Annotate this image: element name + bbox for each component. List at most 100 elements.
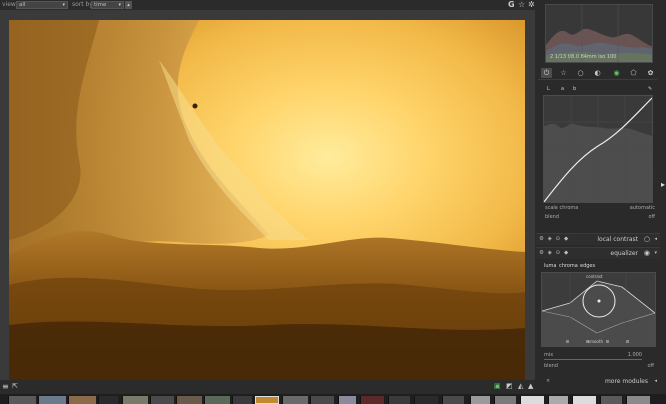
curve-blend-value: off xyxy=(648,214,655,220)
tone-curve-graph[interactable] xyxy=(543,95,653,203)
equalizer-blend-row[interactable]: blend off xyxy=(544,363,654,369)
view-select-value: all xyxy=(19,2,26,8)
half-circle-icon[interactable]: ◐ xyxy=(592,68,603,78)
export-icon[interactable]: ⇱ xyxy=(12,382,18,390)
more-modules-button[interactable]: × more modules ◂ xyxy=(536,376,660,388)
filmstrip-thumbnail[interactable] xyxy=(282,396,308,404)
filmstrip-thumbnail[interactable] xyxy=(548,396,568,404)
filmstrip-thumbnail[interactable] xyxy=(38,396,66,404)
filmstrip-thumbnail[interactable] xyxy=(310,396,334,404)
module-local-contrast[interactable]: ⚙ ◈ ⊙ ◆ local contrast ○ ◂ xyxy=(536,233,660,245)
more-modules-toggle-icon[interactable]: × xyxy=(546,378,550,384)
styles-icon[interactable]: ≡ xyxy=(2,382,9,391)
graph-top-label: contrast xyxy=(586,274,603,279)
tab-chroma[interactable]: chroma xyxy=(559,263,578,269)
expand-icon: ◂ xyxy=(654,378,657,384)
power-icon[interactable]: ◉ xyxy=(644,249,650,257)
filmstrip-thumbnail[interactable] xyxy=(572,396,596,404)
tab-l[interactable]: L xyxy=(547,86,550,92)
equalizer-curve xyxy=(541,273,656,346)
filmstrip-thumbnail[interactable] xyxy=(520,396,544,404)
tab-edges[interactable]: edges xyxy=(580,263,595,269)
view-label: view xyxy=(2,1,16,8)
filmstrip-thumbnail[interactable] xyxy=(442,396,464,404)
color-picker-icon[interactable]: ✎ xyxy=(648,86,652,92)
mix-slider-track[interactable] xyxy=(544,359,642,360)
sort-select-value: time xyxy=(94,2,107,8)
mix-label: mix xyxy=(544,352,554,358)
filmstrip-thumbnail-current[interactable] xyxy=(255,396,279,404)
filmstrip-thumbnail[interactable] xyxy=(232,396,252,404)
exposure-info: 2 1/13 f/8.0 84mm iso 100 xyxy=(550,54,617,60)
equalizer-blend-label: blend xyxy=(544,363,558,369)
sort-label: sort by xyxy=(72,1,93,8)
filmstrip-thumbnail[interactable] xyxy=(470,396,490,404)
grouping-icon[interactable]: G xyxy=(508,0,515,10)
circle-icon[interactable]: ○ xyxy=(575,68,586,78)
sort-select[interactable]: time ▾ xyxy=(91,1,124,9)
sort-order-button[interactable]: ▴ xyxy=(125,1,132,9)
tab-b[interactable]: b xyxy=(573,86,576,92)
power-icon[interactable]: ⏻ xyxy=(541,68,552,78)
graph-bottom-label: smooth xyxy=(588,339,603,344)
softproof-icon[interactable]: ◭ xyxy=(518,382,523,390)
filmstrip-thumbnail[interactable] xyxy=(176,396,202,404)
mix-slider-row[interactable]: mix 1.000 xyxy=(544,352,642,358)
filmstrip[interactable] xyxy=(0,394,666,404)
filmstrip-thumbnail[interactable] xyxy=(360,396,384,404)
bottom-toolbar: ≡ ⇱ ▣ ◩ ◭ ▲ xyxy=(0,380,535,394)
star-icon[interactable]: ☆ xyxy=(518,0,525,10)
expand-icon[interactable]: ◂ xyxy=(654,236,657,242)
more-modules-label: more modules xyxy=(604,378,648,385)
overexposed-icon[interactable]: ◩ xyxy=(506,382,513,390)
filmstrip-thumbnail[interactable] xyxy=(494,396,516,404)
effect-icon[interactable]: ✿ xyxy=(645,68,656,78)
color-icon[interactable]: ◉ xyxy=(611,68,622,78)
filmstrip-thumbnail[interactable] xyxy=(68,396,96,404)
equalizer-blend-value: off xyxy=(647,363,654,369)
right-panel-collapse[interactable]: ▸ xyxy=(660,0,666,394)
histogram[interactable]: 2 1/13 f/8.0 84mm iso 100 xyxy=(545,4,653,63)
star-icon[interactable]: ☆ xyxy=(558,68,569,78)
photo-preview[interactable] xyxy=(9,20,525,380)
filmstrip-thumbnail[interactable] xyxy=(338,396,356,404)
correct-icon[interactable]: ⬠ xyxy=(628,68,639,78)
power-icon[interactable]: ○ xyxy=(644,235,650,243)
tone-curve xyxy=(543,96,653,203)
gear-icon[interactable]: ✲ xyxy=(528,0,535,10)
module-group-tabs: ⏻ ☆ ○ ◐ ◉ ⬠ ✿ xyxy=(538,66,657,80)
center-view xyxy=(0,10,535,380)
module-name: local contrast xyxy=(597,236,638,243)
view-select[interactable]: all ▾ xyxy=(16,1,68,9)
curve-blend-label: blend xyxy=(545,214,559,220)
filmstrip-thumbnail[interactable] xyxy=(414,396,438,404)
scale-chroma-value: automatic xyxy=(629,205,655,211)
filmstrip-thumbnail[interactable] xyxy=(122,396,148,404)
filmstrip-thumbnail[interactable] xyxy=(600,396,622,404)
filmstrip-thumbnail[interactable] xyxy=(8,396,36,404)
tab-luma[interactable]: luma xyxy=(544,263,557,269)
filmstrip-thumbnail[interactable] xyxy=(204,396,230,404)
scale-chroma-row[interactable]: scale chroma automatic xyxy=(545,205,655,211)
curve-blend-row[interactable]: blend off xyxy=(545,214,655,220)
tab-a[interactable]: a xyxy=(561,86,564,92)
filmstrip-thumbnail[interactable] xyxy=(626,396,650,404)
module-header-icons[interactable]: ⚙ ◈ ⊙ ◆ xyxy=(539,250,569,256)
chevron-down-icon: ▾ xyxy=(62,2,65,8)
module-name: equalizer xyxy=(610,250,638,257)
gamut-check-icon[interactable]: ▲ xyxy=(528,382,533,390)
collapse-icon[interactable]: ▾ xyxy=(654,250,657,256)
filmstrip-thumbnail[interactable] xyxy=(98,396,118,404)
color-assessment-icon[interactable]: ▣ xyxy=(494,382,501,390)
module-header-icons[interactable]: ⚙ ◈ ⊙ ◆ xyxy=(539,236,569,242)
equalizer-tabs: luma chroma edges xyxy=(544,263,654,271)
photo-image xyxy=(9,20,525,380)
scale-chroma-label: scale chroma xyxy=(545,205,579,211)
chevron-right-icon[interactable]: ▸ xyxy=(661,180,665,189)
equalizer-graph[interactable]: contrast smooth xyxy=(541,272,656,347)
chevron-down-icon: ▾ xyxy=(118,2,121,8)
mix-value: 1.000 xyxy=(627,352,642,358)
filmstrip-thumbnail[interactable] xyxy=(150,396,174,404)
filmstrip-thumbnail[interactable] xyxy=(388,396,410,404)
module-equalizer[interactable]: ⚙ ◈ ⊙ ◆ equalizer ◉ ▾ xyxy=(536,247,660,259)
